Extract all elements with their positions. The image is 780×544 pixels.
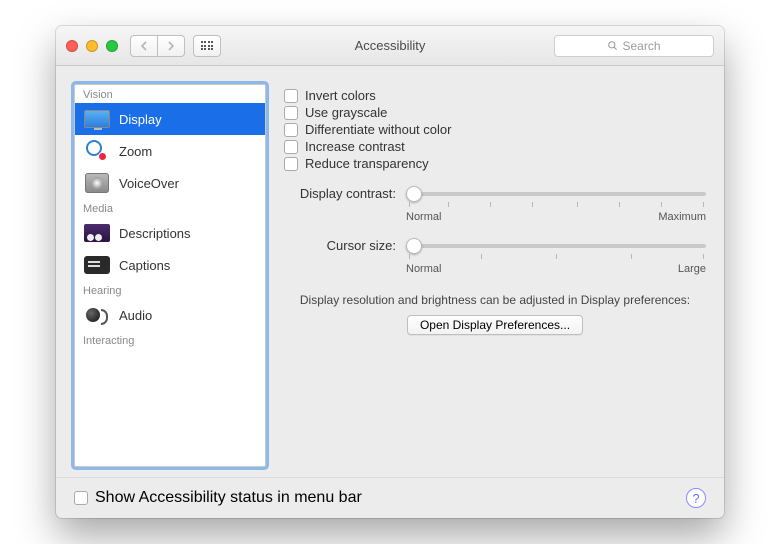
slider-min-label: Normal — [406, 211, 441, 223]
main-pane: Invert colors Use grayscale Differentiat… — [284, 84, 706, 467]
slider-thumb[interactable] — [406, 186, 422, 202]
zoom-icon — [83, 140, 111, 162]
sidebar-item-label: VoiceOver — [119, 176, 179, 191]
window-body: Vision Display Zoom VoiceOver Media Desc… — [56, 66, 724, 477]
sidebar-item-label: Audio — [119, 308, 152, 323]
checkbox-input[interactable] — [284, 157, 298, 171]
checkbox-input[interactable] — [284, 123, 298, 137]
sidebar-item-label: Captions — [119, 258, 170, 273]
increase-contrast-checkbox[interactable]: Increase contrast — [284, 139, 706, 154]
audio-icon — [83, 304, 111, 326]
checkbox-input[interactable] — [284, 140, 298, 154]
display-icon — [83, 108, 111, 130]
slider-min-label: Normal — [406, 263, 441, 275]
checkbox-input[interactable] — [284, 89, 298, 103]
checkbox-input[interactable] — [74, 491, 88, 505]
grid-icon — [201, 41, 214, 50]
slider-max-label: Large — [678, 263, 706, 275]
slider-ticks — [406, 254, 706, 260]
search-field[interactable]: Search — [554, 35, 714, 57]
open-display-preferences-button[interactable]: Open Display Preferences... — [407, 315, 583, 335]
invert-colors-checkbox[interactable]: Invert colors — [284, 88, 706, 103]
forward-button[interactable] — [157, 35, 185, 57]
accessibility-prefs-window: Accessibility Search Vision Display Zoom — [56, 26, 724, 518]
search-placeholder: Search — [622, 39, 660, 53]
sidebar-item-zoom[interactable]: Zoom — [75, 135, 265, 167]
search-icon — [607, 40, 618, 51]
sidebar-item-descriptions[interactable]: Descriptions — [75, 217, 265, 249]
sidebar-item-audio[interactable]: Audio — [75, 299, 265, 331]
show-all-button[interactable] — [193, 35, 221, 57]
checkbox-label: Reduce transparency — [305, 156, 429, 171]
sidebar-item-display[interactable]: Display — [75, 103, 265, 135]
checkbox-label: Increase contrast — [305, 139, 405, 154]
titlebar: Accessibility Search — [56, 26, 724, 66]
category-vision: Vision — [75, 85, 265, 103]
sidebar-item-label: Descriptions — [119, 226, 191, 241]
display-contrast-label: Display contrast: — [284, 186, 406, 201]
voiceover-icon — [83, 172, 111, 194]
display-hint-text: Display resolution and brightness can be… — [284, 293, 706, 307]
sidebar-item-voiceover[interactable]: VoiceOver — [75, 167, 265, 199]
category-media: Media — [75, 199, 265, 217]
display-contrast-row: Display contrast: Normal Maximum — [284, 185, 706, 223]
sidebar-container: Vision Display Zoom VoiceOver Media Desc… — [74, 84, 266, 467]
reduce-transparency-checkbox[interactable]: Reduce transparency — [284, 156, 706, 171]
help-button[interactable]: ? — [686, 488, 706, 508]
checkbox-label: Invert colors — [305, 88, 376, 103]
minimize-window-button[interactable] — [86, 40, 98, 52]
use-grayscale-checkbox[interactable]: Use grayscale — [284, 105, 706, 120]
slider-thumb[interactable] — [406, 238, 422, 254]
nav-back-forward — [130, 35, 185, 57]
slider-ticks — [406, 202, 706, 208]
checkbox-label: Differentiate without color — [305, 122, 451, 137]
checkbox-label: Use grayscale — [305, 105, 387, 120]
captions-icon — [83, 254, 111, 276]
cursor-size-row: Cursor size: Normal Large — [284, 237, 706, 275]
zoom-window-button[interactable] — [106, 40, 118, 52]
differentiate-color-checkbox[interactable]: Differentiate without color — [284, 122, 706, 137]
display-contrast-slider[interactable] — [406, 185, 706, 203]
category-sidebar[interactable]: Vision Display Zoom VoiceOver Media Desc… — [74, 84, 266, 467]
footer: Show Accessibility status in menu bar ? — [56, 477, 724, 518]
sidebar-item-label: Display — [119, 112, 162, 127]
checkbox-input[interactable] — [284, 106, 298, 120]
cursor-size-slider[interactable] — [406, 237, 706, 255]
checkbox-label: Show Accessibility status in menu bar — [95, 489, 362, 507]
back-button[interactable] — [130, 35, 158, 57]
category-interacting: Interacting — [75, 331, 265, 349]
window-controls — [66, 40, 118, 52]
descriptions-icon — [83, 222, 111, 244]
slider-max-label: Maximum — [658, 211, 706, 223]
sidebar-item-label: Zoom — [119, 144, 152, 159]
close-window-button[interactable] — [66, 40, 78, 52]
sidebar-item-captions[interactable]: Captions — [75, 249, 265, 281]
show-status-menubar-checkbox[interactable]: Show Accessibility status in menu bar — [74, 489, 362, 507]
cursor-size-label: Cursor size: — [284, 238, 406, 253]
category-hearing: Hearing — [75, 281, 265, 299]
